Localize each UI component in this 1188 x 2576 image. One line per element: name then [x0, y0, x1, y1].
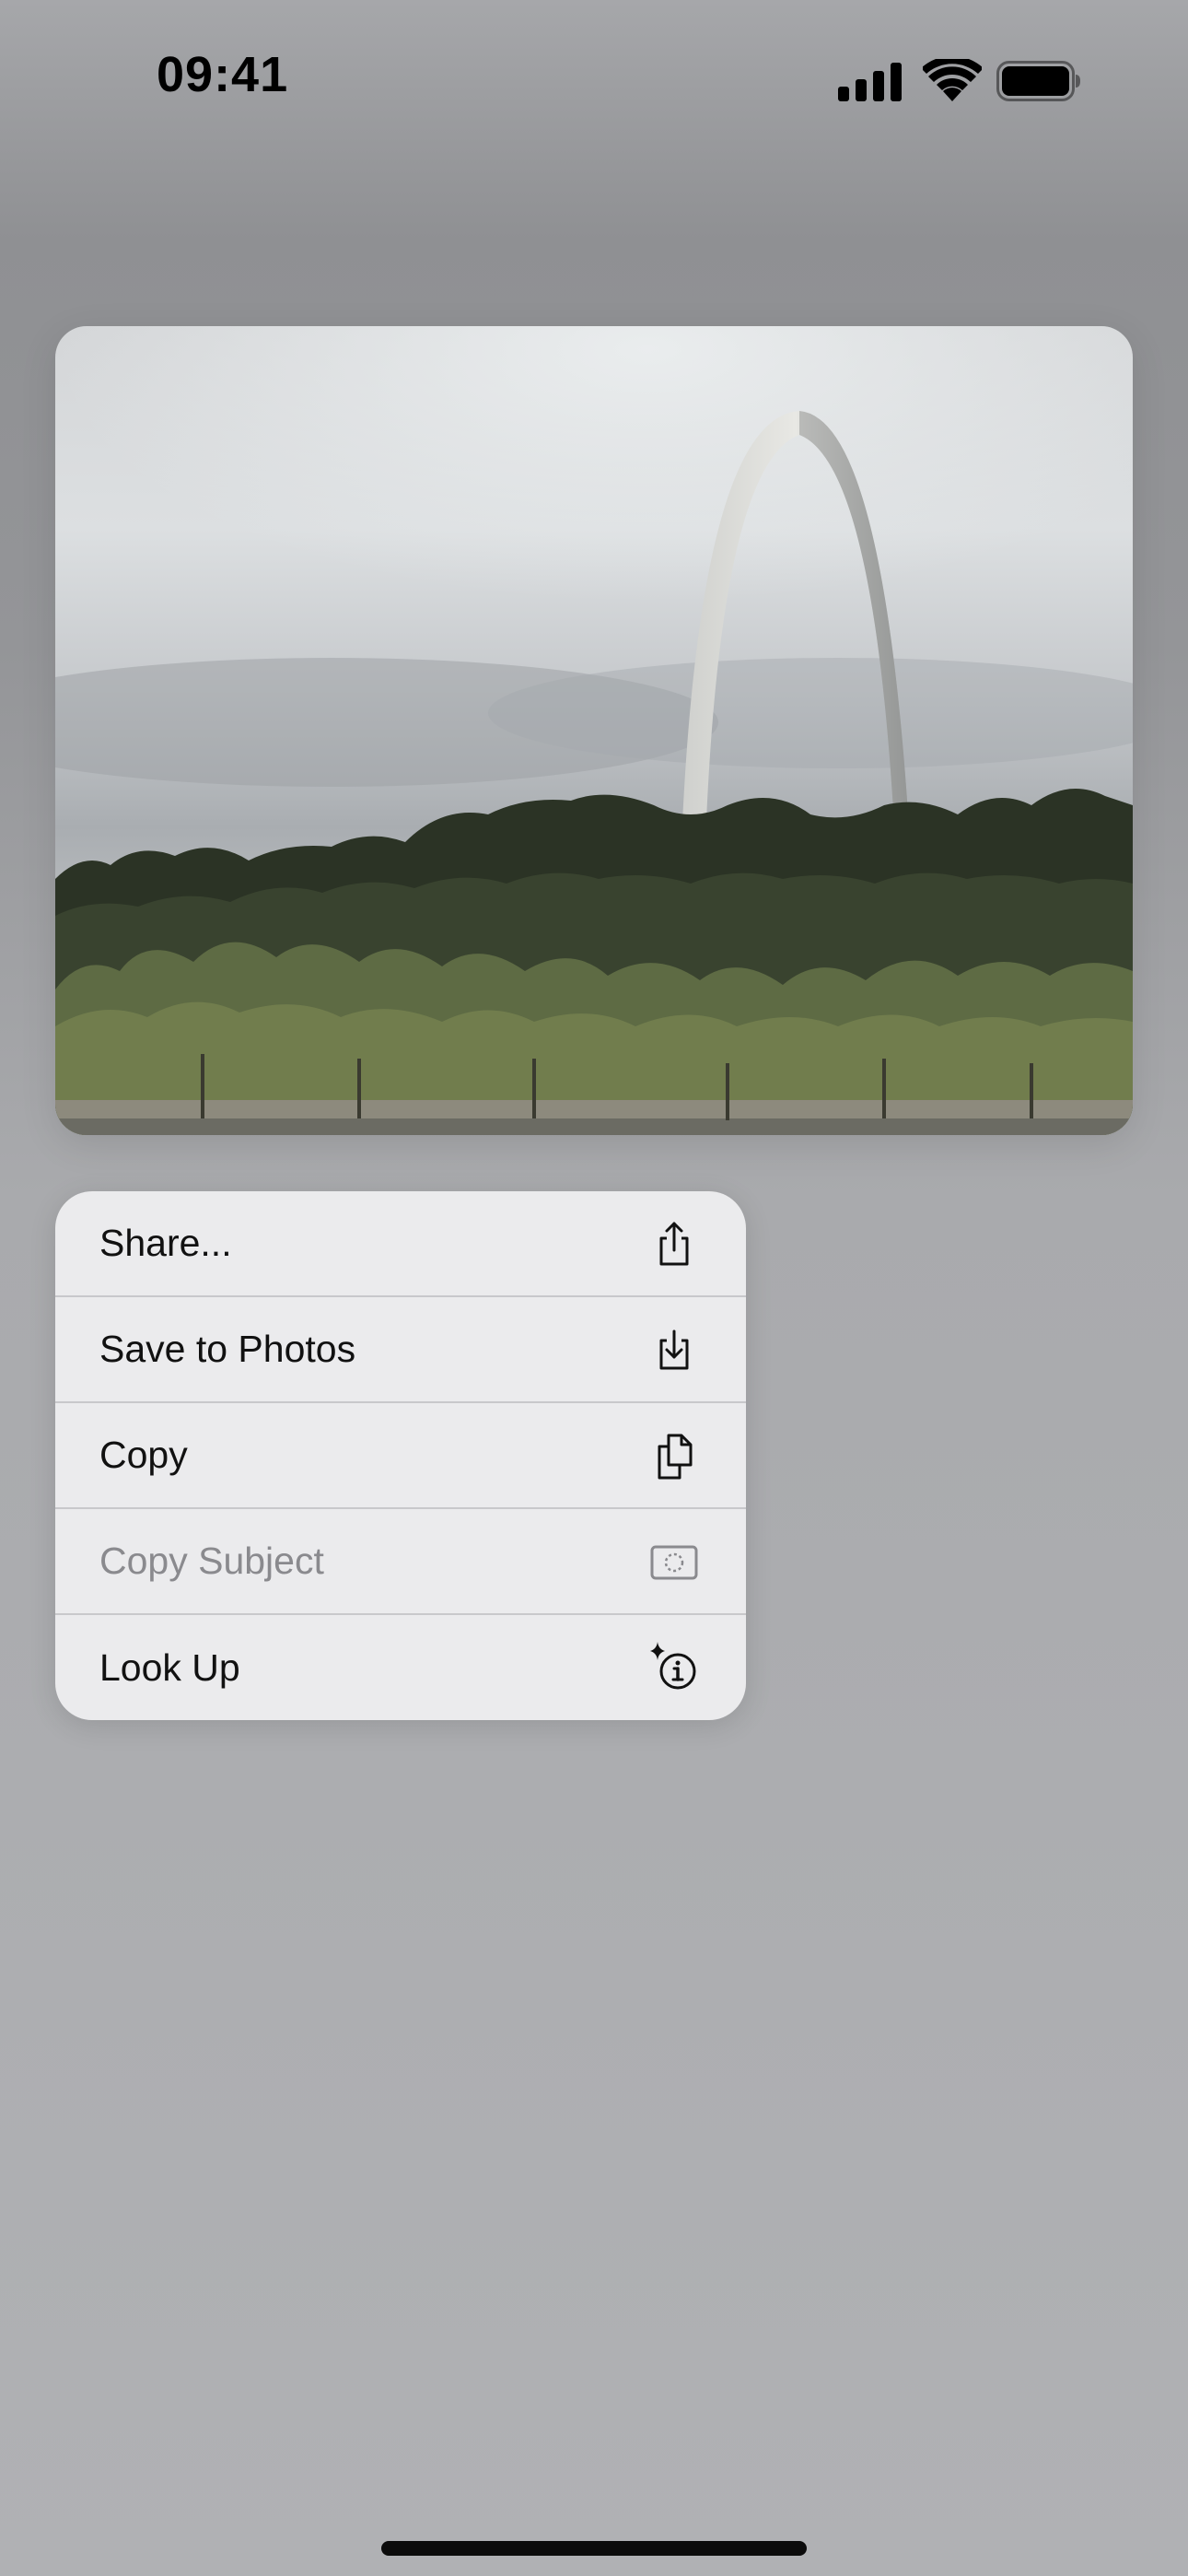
- share-menu-item[interactable]: Share...: [55, 1191, 746, 1297]
- status-bar: 09:41: [0, 0, 1188, 157]
- home-indicator[interactable]: [381, 2541, 807, 2556]
- gateway-arch-photo: [55, 326, 1133, 1135]
- share-label: Share...: [99, 1222, 232, 1264]
- copy-subject-label: Copy Subject: [99, 1540, 324, 1582]
- share-icon: [650, 1220, 698, 1268]
- copy-subject-icon: [650, 1538, 698, 1586]
- look-up-menu-item[interactable]: Look Up: [55, 1615, 746, 1720]
- copy-menu-item[interactable]: Copy: [55, 1403, 746, 1509]
- look-up-icon: [650, 1642, 698, 1692]
- copy-label: Copy: [99, 1434, 188, 1476]
- look-up-label: Look Up: [99, 1645, 240, 1689]
- save-to-photos-label: Save to Photos: [99, 1328, 356, 1370]
- status-time: 09:41: [157, 47, 289, 102]
- copy-subject-menu-item[interactable]: Copy Subject: [55, 1509, 746, 1615]
- signal-icon: [838, 63, 904, 101]
- save-to-photos-menu-item[interactable]: Save to Photos: [55, 1297, 746, 1403]
- copy-icon: [650, 1432, 698, 1480]
- battery-icon: [996, 61, 1081, 101]
- save-to-photos-icon: [650, 1326, 698, 1374]
- photo-preview[interactable]: [55, 326, 1133, 1135]
- context-menu: Share... Save to Photos Copy Copy Subjec…: [55, 1191, 746, 1720]
- wifi-icon: [921, 55, 984, 101]
